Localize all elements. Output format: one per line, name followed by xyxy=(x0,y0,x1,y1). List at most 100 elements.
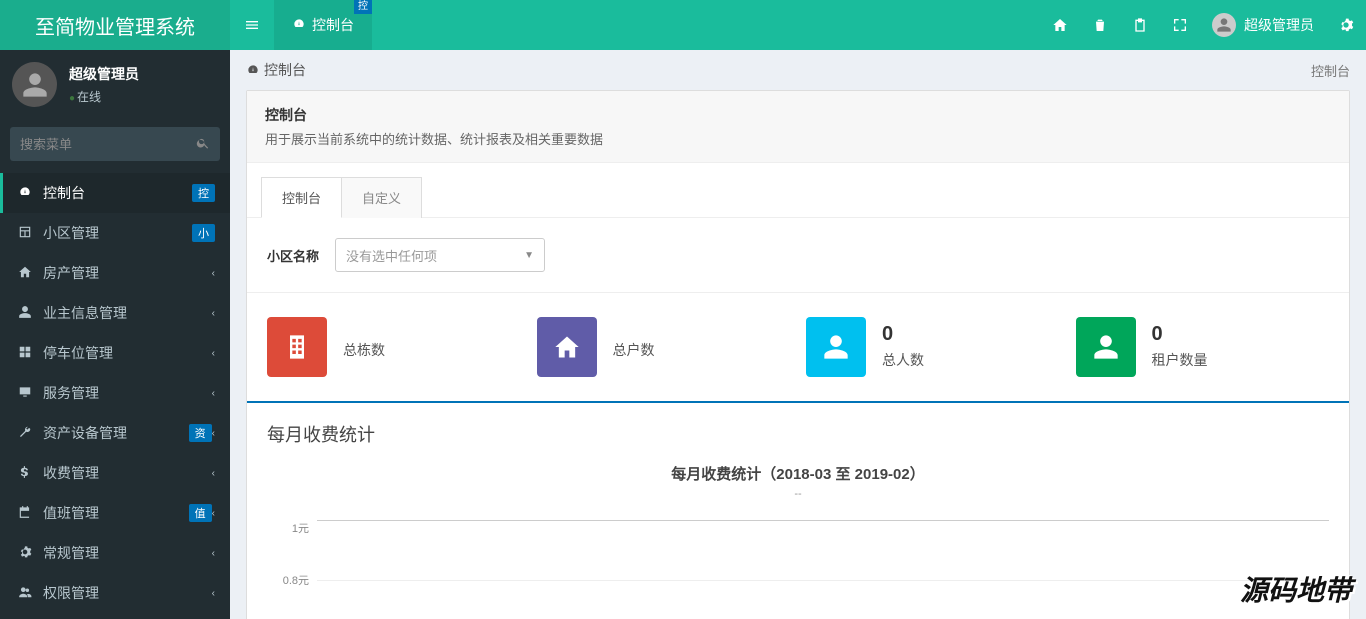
sidebar-item-1[interactable]: 小区管理小 xyxy=(0,213,230,253)
sidebar-menu: 控制台控小区管理小房产管理‹业主信息管理‹停车位管理‹服务管理‹资产设备管理资‹… xyxy=(0,173,230,619)
breadcrumb-left: 控制台 xyxy=(264,60,306,80)
user-avatar-icon xyxy=(1212,13,1236,37)
stat-value: 0 xyxy=(882,324,924,344)
sidebar-item-label: 业主信息管理 xyxy=(43,303,212,323)
building-icon xyxy=(267,317,327,377)
chevron-left-icon: ‹ xyxy=(212,548,215,559)
chevron-left-icon: ‹ xyxy=(212,428,215,439)
chart-title: 每月收费统计（2018-03 至 2019-02） xyxy=(267,463,1329,484)
stat-label: 租户数量 xyxy=(1152,350,1208,370)
sidebar-badge: 值 xyxy=(189,504,212,522)
stat-value: 0 xyxy=(1152,324,1208,344)
breadcrumb: 控制台 控制台 xyxy=(230,50,1366,90)
breadcrumb-right: 控制台 xyxy=(1311,61,1350,80)
subtab-1[interactable]: 自定义 xyxy=(342,177,422,218)
sidebar-item-9[interactable]: 常规管理‹ xyxy=(0,533,230,573)
topbar: 控制台控 超级管理员 xyxy=(230,0,1366,50)
chevron-left-icon: ‹ xyxy=(212,388,215,399)
chevron-left-icon: ‹ xyxy=(212,308,215,319)
calendar-icon xyxy=(15,505,35,522)
header-tabs: 控制台控 xyxy=(274,0,372,50)
sidebar-item-label: 值班管理 xyxy=(43,503,189,523)
y-tick-label: 0.8元 xyxy=(283,572,309,588)
panel-desc: 用于展示当前系统中的统计数据、统计报表及相关重要数据 xyxy=(265,129,1331,148)
sidebar-badge: 小 xyxy=(192,224,215,242)
sidebar-item-10[interactable]: 权限管理‹ xyxy=(0,573,230,613)
search-icon[interactable] xyxy=(196,136,210,153)
subtab-0[interactable]: 控制台 xyxy=(261,177,342,218)
chart-grid xyxy=(317,520,1329,619)
stat-card-3: 0 租户数量 xyxy=(1076,317,1330,377)
user-name: 超级管理员 xyxy=(69,64,139,84)
avatar xyxy=(12,62,57,107)
fullscreen-icon[interactable] xyxy=(1160,0,1200,50)
sidebar-item-label: 权限管理 xyxy=(43,583,212,603)
topbar-user[interactable]: 超级管理员 xyxy=(1200,0,1326,50)
user-icon xyxy=(1076,317,1136,377)
grid-icon xyxy=(15,345,35,362)
sidebar-item-label: 常规管理 xyxy=(43,543,212,563)
home-icon xyxy=(15,265,35,282)
settings-icon[interactable] xyxy=(1326,0,1366,50)
dashboard-icon xyxy=(246,63,260,77)
sidebar-item-3[interactable]: 业主信息管理‹ xyxy=(0,293,230,333)
chevron-left-icon: ‹ xyxy=(212,268,215,279)
stats-row: 总栋数总户数0总人数0租户数量 xyxy=(247,293,1349,403)
layout-icon xyxy=(15,225,35,242)
sidebar-item-label: 小区管理 xyxy=(43,223,192,243)
sidebar-item-7[interactable]: 收费管理‹ xyxy=(0,453,230,493)
menu-search[interactable] xyxy=(10,127,220,161)
panel-header: 控制台 用于展示当前系统中的统计数据、统计报表及相关重要数据 xyxy=(247,91,1349,163)
sidebar-item-6[interactable]: 资产设备管理资‹ xyxy=(0,413,230,453)
tab-badge: 控 xyxy=(354,0,372,14)
wrench-icon xyxy=(15,425,35,442)
sub-tabs: 控制台自定义 xyxy=(247,163,1349,218)
panel-title: 控制台 xyxy=(265,105,1331,125)
clipboard-icon[interactable] xyxy=(1120,0,1160,50)
cog-icon xyxy=(15,545,35,562)
sidebar-item-label: 收费管理 xyxy=(43,463,212,483)
sidebar-badge: 控 xyxy=(192,184,215,202)
home-icon[interactable] xyxy=(1040,0,1080,50)
chevron-left-icon: ‹ xyxy=(212,468,215,479)
chart-area: 1元0.8元0.6元 xyxy=(267,520,1329,619)
sidebar-item-0[interactable]: 控制台控 xyxy=(0,173,230,213)
trash-icon[interactable] xyxy=(1080,0,1120,50)
home-icon xyxy=(537,317,597,377)
chevron-left-icon: ‹ xyxy=(212,348,215,359)
dashboard-icon xyxy=(292,17,306,34)
sidebar-item-4[interactable]: 停车位管理‹ xyxy=(0,333,230,373)
sidebar-item-8[interactable]: 值班管理值‹ xyxy=(0,493,230,533)
y-tick-label: 1元 xyxy=(292,520,309,536)
chart-subtitle: -- xyxy=(267,488,1329,500)
stat-label: 总户数 xyxy=(613,340,655,360)
sidebar-badge: 资 xyxy=(189,424,212,442)
sidebar-item-label: 房产管理 xyxy=(43,263,212,283)
sidebar-item-5[interactable]: 服务管理‹ xyxy=(0,373,230,413)
chart-section-title: 每月收费统计 xyxy=(267,421,1329,447)
chevron-left-icon: ‹ xyxy=(212,588,215,599)
search-input[interactable] xyxy=(20,137,196,152)
user-icon xyxy=(15,305,35,322)
dollar-icon xyxy=(15,465,35,482)
sidebar-item-2[interactable]: 房产管理‹ xyxy=(0,253,230,293)
menu-toggle-button[interactable] xyxy=(230,0,274,50)
header-tab-0[interactable]: 控制台控 xyxy=(274,0,372,50)
dashboard-icon xyxy=(15,185,35,202)
filter-label: 小区名称 xyxy=(267,246,319,265)
chevron-left-icon: ‹ xyxy=(212,508,215,519)
users-icon xyxy=(15,585,35,602)
sidebar-item-label: 停车位管理 xyxy=(43,343,212,363)
chevron-down-icon: ▼ xyxy=(524,250,534,261)
stat-card-1: 总户数 xyxy=(537,317,791,377)
brand-title: 至简物业管理系统 xyxy=(0,0,230,50)
sidebar-item-label: 资产设备管理 xyxy=(43,423,189,443)
monitor-icon xyxy=(15,385,35,402)
community-select[interactable]: 没有选中任何项 ▼ xyxy=(335,238,545,272)
user-status: ●在线 xyxy=(69,88,139,105)
stat-card-0: 总栋数 xyxy=(267,317,521,377)
stat-label: 总栋数 xyxy=(343,340,385,360)
select-placeholder: 没有选中任何项 xyxy=(346,246,437,265)
sidebar-item-label: 服务管理 xyxy=(43,383,212,403)
topbar-user-name: 超级管理员 xyxy=(1244,15,1314,35)
